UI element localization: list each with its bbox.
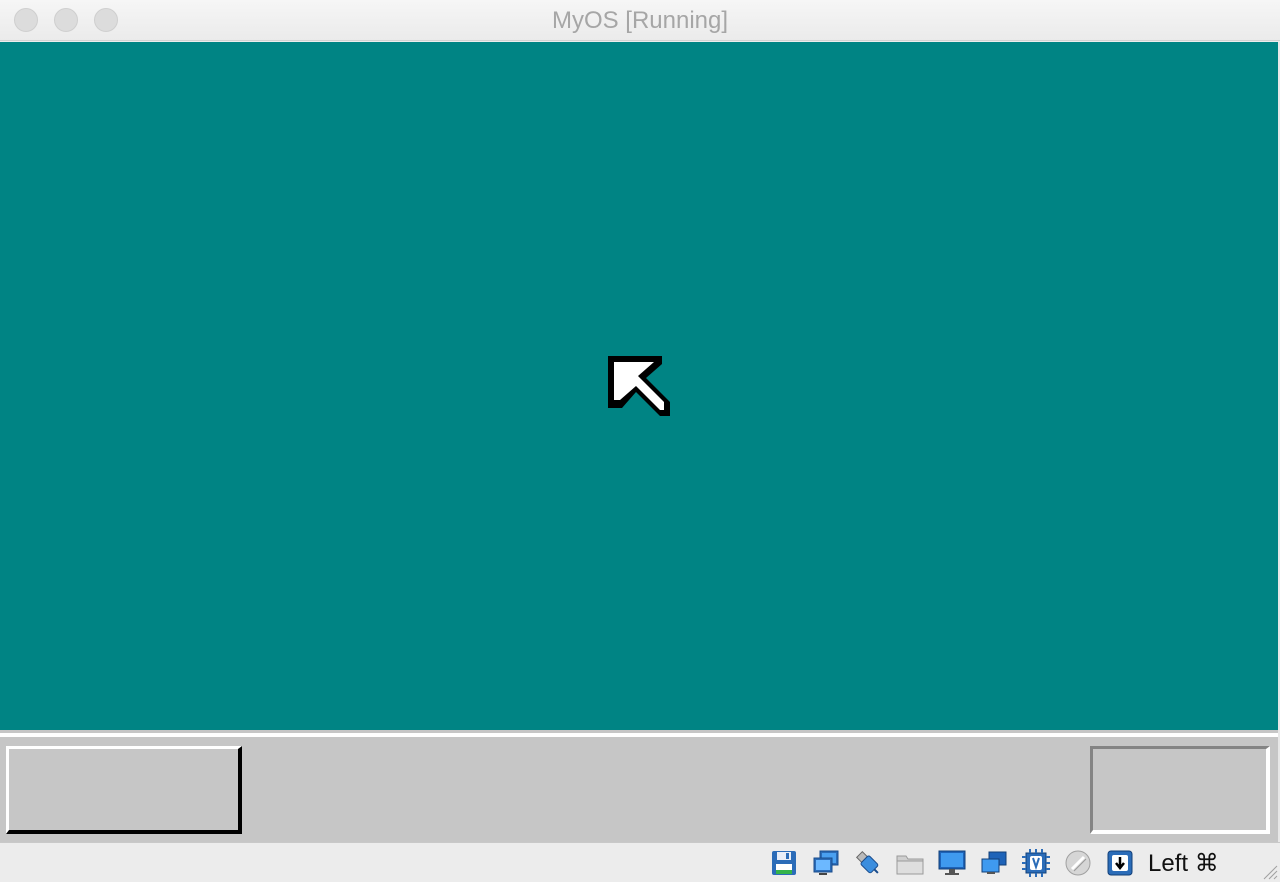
status-bar-icons <box>768 848 1146 878</box>
title-bar[interactable]: MyOS [Running] <box>0 0 1280 41</box>
shared-folder-icon[interactable] <box>894 848 926 878</box>
guest-taskbar <box>0 730 1278 842</box>
video-capture-icon[interactable] <box>978 848 1010 878</box>
guest-display[interactable] <box>0 42 1278 842</box>
window-title: MyOS [Running] <box>551 7 729 34</box>
mouse-cursor-icon <box>608 356 670 416</box>
floppy-disk-icon[interactable] <box>768 848 800 878</box>
network-adapter-icon[interactable] <box>810 848 842 878</box>
cpu-virtualization-icon[interactable] <box>1020 848 1052 878</box>
host-key-indicator[interactable]: Left ⌘ <box>1148 849 1219 879</box>
mouse-integration-icon[interactable] <box>1062 848 1094 878</box>
guest-system-tray <box>1090 746 1270 834</box>
guest-start-button[interactable] <box>6 746 242 834</box>
taskbar-highlight-edge <box>0 733 1278 737</box>
keyboard-capture-icon[interactable] <box>1104 848 1136 878</box>
usb-icon[interactable] <box>852 848 884 878</box>
display-icon[interactable] <box>936 848 968 878</box>
resize-grip-icon[interactable] <box>1260 862 1278 880</box>
virtualbox-vm-window: MyOS [Running] Left ⌘ <box>0 0 1280 882</box>
vm-status-bar: Left ⌘ <box>0 842 1280 882</box>
